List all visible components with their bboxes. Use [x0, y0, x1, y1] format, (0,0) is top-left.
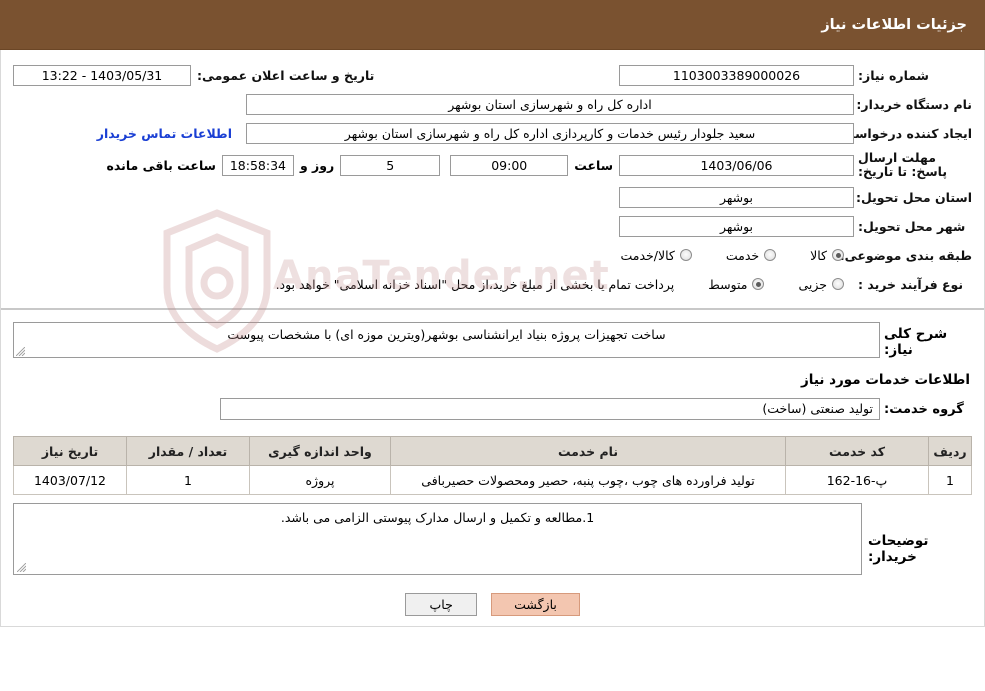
- deadline-date-value: 1403/06/06: [619, 154, 854, 176]
- request-creator-value: سعید جلودار رئیس خدمات و کارپردازی اداره…: [246, 122, 854, 144]
- row-subject-classification: طبقه بندی موضوعی: کالا خدمت کالا/خدمت: [13, 244, 972, 266]
- col-code: کد خدمت: [785, 436, 929, 466]
- print-button[interactable]: چاپ: [405, 593, 478, 616]
- resize-handle-icon[interactable]: [16, 347, 25, 356]
- radio-label: جزیی: [798, 276, 827, 292]
- purchase-process-radio-group[interactable]: جزیی متوسط پرداخت تمام یا بخشی از مبلغ خ…: [13, 277, 854, 292]
- buyer-notes-section: توضیحات خریدار: 1.مطالعه و تکمیل و ارسال…: [1, 495, 984, 581]
- cell-index: 1: [928, 465, 972, 495]
- services-table-body: 1 پ-16-162 تولید فراورده های چوب ،چوب پن…: [13, 465, 972, 495]
- subject-classification-label: طبقه بندی موضوعی:: [839, 247, 972, 263]
- col-unit: واحد اندازه گیری: [249, 436, 391, 466]
- col-index: ردیف: [928, 436, 972, 466]
- buyer-notes-label: توضیحات خریدار:: [868, 533, 929, 565]
- general-description-section: شرح کلی نیاز: ساخت تجهیزات پروژه بنیاد ا…: [1, 310, 984, 436]
- cell-name: تولید فراورده های چوب ،چوب پنبه، حصیر وم…: [390, 465, 786, 495]
- resize-handle-icon[interactable]: [17, 563, 26, 572]
- radio-category-khedmat[interactable]: خدمت: [725, 247, 777, 263]
- buyer-contact-link[interactable]: اطلاعات تماس خریدار: [93, 126, 236, 141]
- col-name: نام خدمت: [390, 436, 786, 466]
- remaining-time-label: ساعت باقی مانده: [106, 157, 216, 173]
- col-date: تاریخ نیاز: [13, 436, 127, 466]
- radio-label: کالا/خدمت: [620, 247, 675, 263]
- buyer-org-value: اداره کل راه و شهرسازی استان بوشهر: [246, 93, 854, 115]
- row-need-number: شماره نیاز: 1103003389000026 تاریخ و ساع…: [13, 64, 972, 86]
- deadline-time-label: ساعت: [574, 157, 613, 173]
- table-row: 1 پ-16-162 تولید فراورده های چوب ،چوب پن…: [13, 465, 972, 495]
- delivery-city-label: شهر محل تحویل:: [858, 218, 966, 234]
- services-heading: اطلاعات خدمات مورد نیاز: [800, 372, 970, 388]
- row-delivery-province: استان محل تحویل: بوشهر: [13, 186, 972, 208]
- radio-indicator[interactable]: [679, 249, 692, 261]
- subject-classification-radio-group[interactable]: کالا خدمت کالا/خدمت: [13, 248, 854, 263]
- delivery-city-value: بوشهر: [619, 215, 854, 237]
- back-button[interactable]: بازگشت: [491, 593, 580, 616]
- col-qty: تعداد / مقدار: [126, 436, 250, 466]
- need-number-value: 1103003389000026: [619, 64, 854, 86]
- row-response-deadline: مهلت ارسال پاسخ: تا تاریخ: 1403/06/06 سا…: [13, 151, 972, 179]
- page-header: جزئیات اطلاعات نیاز: [0, 0, 985, 50]
- radio-indicator[interactable]: [764, 249, 777, 261]
- need-info-section: شماره نیاز: 1103003389000026 تاریخ و ساع…: [1, 50, 984, 310]
- buyer-org-label: نام دستگاه خریدار:: [856, 96, 972, 112]
- service-group-label: گروه خدمت:: [884, 401, 964, 417]
- announcement-datetime-label: تاریخ و ساعت اعلان عمومی:: [197, 67, 375, 83]
- cell-code: پ-16-162: [785, 465, 929, 495]
- purchase-process-type-label: نوع فرآیند خرید :: [858, 276, 964, 292]
- services-table: ردیف کد خدمت نام خدمت واحد اندازه گیری ت…: [13, 436, 972, 495]
- radio-indicator[interactable]: [832, 278, 844, 290]
- general-description-label: شرح کلی نیاز:: [884, 326, 948, 358]
- request-creator-label: ایجاد کننده درخواست:: [836, 125, 972, 141]
- remaining-time-value: 18:58:34: [221, 154, 294, 176]
- deadline-time-value: 09:00: [450, 154, 569, 176]
- radio-label: کالا: [810, 247, 827, 263]
- radio-label: خدمت: [725, 247, 760, 263]
- delivery-province-label: استان محل تحویل:: [855, 189, 972, 205]
- cell-date: 1403/07/12: [13, 465, 127, 495]
- remaining-days-value: 5: [340, 154, 441, 176]
- buyer-notes-value: 1.مطالعه و تکمیل و ارسال مدارک پیوستی ال…: [13, 503, 862, 575]
- cell-unit: پروژه: [249, 465, 391, 495]
- purchase-process-note: پرداخت تمام یا بخشی از مبلغ خرید،از محل …: [275, 276, 675, 292]
- radio-label: متوسط: [708, 276, 748, 292]
- radio-indicator[interactable]: [752, 278, 765, 290]
- row-request-creator: ایجاد کننده درخواست: سعید جلودار رئیس خد…: [13, 122, 972, 144]
- row-service-group: گروه خدمت: تولید صنعتی (ساخت): [13, 398, 972, 420]
- radio-category-kala[interactable]: کالا: [810, 248, 844, 263]
- buyer-notes-text: 1.مطالعه و تکمیل و ارسال مدارک پیوستی ال…: [280, 510, 595, 525]
- radio-purchase-jozei[interactable]: جزیی: [798, 277, 844, 292]
- row-general-description: شرح کلی نیاز: ساخت تجهیزات پروژه بنیاد ا…: [13, 322, 972, 358]
- services-table-head: ردیف کد خدمت نام خدمت واحد اندازه گیری ت…: [13, 436, 972, 466]
- radio-category-kala-khedmat[interactable]: کالا/خدمت: [620, 247, 692, 263]
- announcement-datetime-value: 1403/05/31 - 13:22: [13, 64, 191, 86]
- details-panel: شماره نیاز: 1103003389000026 تاریخ و ساع…: [0, 50, 985, 627]
- delivery-province-value: بوشهر: [619, 186, 854, 208]
- radio-purchase-motavaset[interactable]: متوسط: [708, 276, 765, 292]
- services-table-wrap: ردیف کد خدمت نام خدمت واحد اندازه گیری ت…: [1, 436, 984, 495]
- row-buyer-org: نام دستگاه خریدار: اداره کل راه و شهرساز…: [13, 93, 972, 115]
- service-group-value: تولید صنعتی (ساخت): [220, 398, 880, 420]
- general-description-text: ساخت تجهیزات پروژه بنیاد ایرانشناسی بوشه…: [227, 327, 666, 342]
- cell-qty: 1: [126, 465, 250, 495]
- remaining-days-label: روز و: [299, 157, 335, 173]
- table-header-row: ردیف کد خدمت نام خدمت واحد اندازه گیری ت…: [13, 436, 972, 466]
- radio-indicator[interactable]: [832, 249, 844, 261]
- row-purchase-process-type: نوع فرآیند خرید : جزیی متوسط پرداخت تمام…: [13, 273, 972, 295]
- footer-actions: بازگشت چاپ: [1, 581, 984, 626]
- row-delivery-city: شهر محل تحویل: بوشهر: [13, 215, 972, 237]
- need-number-label: شماره نیاز:: [858, 67, 929, 83]
- general-description-value: ساخت تجهیزات پروژه بنیاد ایرانشناسی بوشه…: [13, 322, 880, 358]
- page-title: جزئیات اطلاعات نیاز: [821, 16, 967, 33]
- response-deadline-label: مهلت ارسال پاسخ: تا تاریخ:: [858, 150, 948, 179]
